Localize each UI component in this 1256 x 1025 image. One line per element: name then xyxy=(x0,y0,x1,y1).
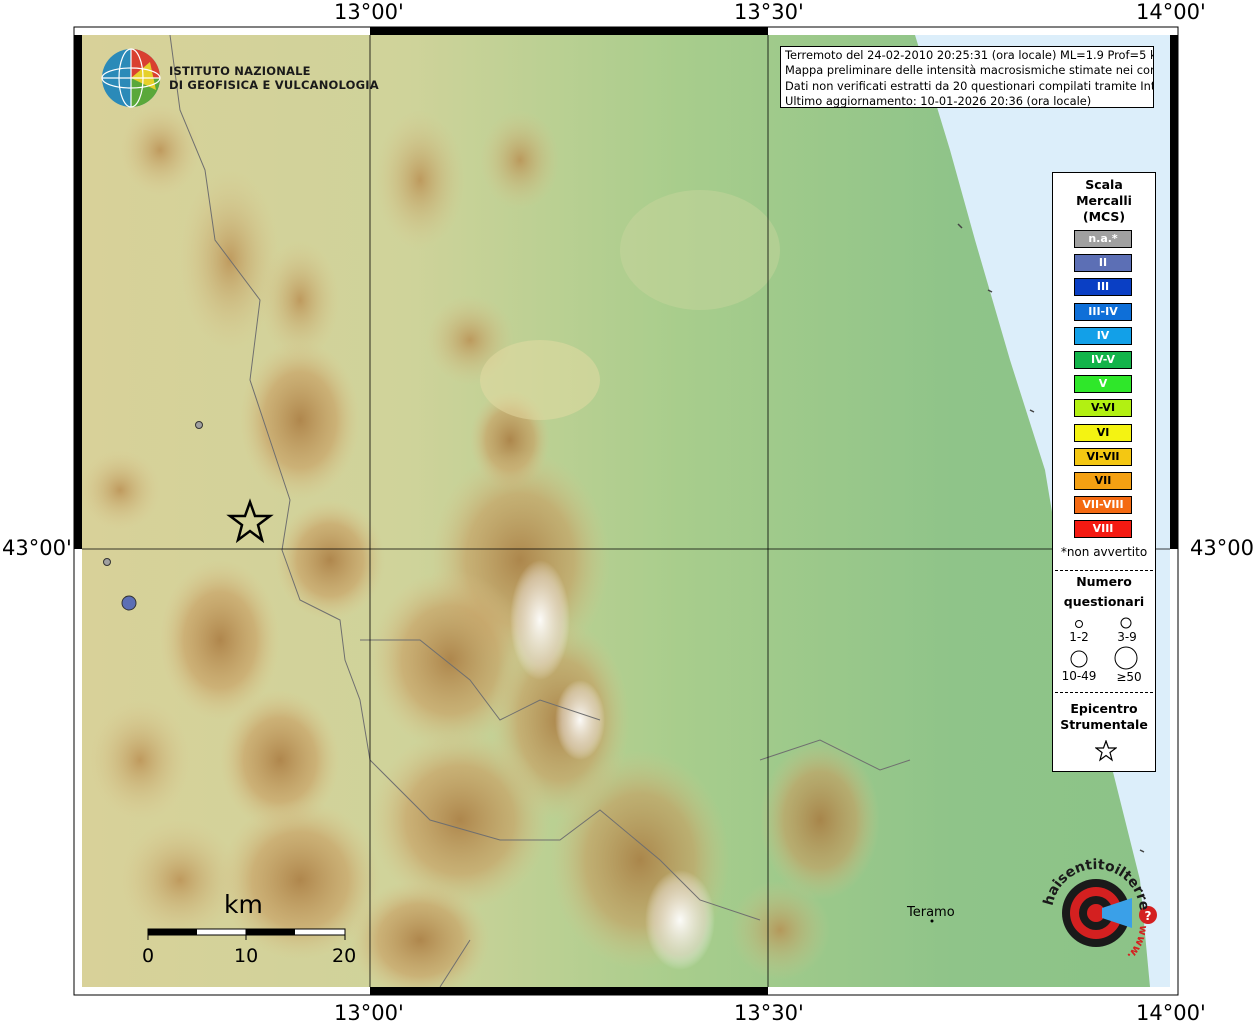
legend-swatch-iii-iv: III-IV xyxy=(1074,302,1132,321)
legend-swatch-vi: VI xyxy=(1074,423,1132,442)
event-info-line2: Mappa preliminare delle intensità macros… xyxy=(785,63,1153,78)
institute-line1: ISTITUTO NAZIONALE xyxy=(169,64,311,78)
legend-separator xyxy=(1055,692,1153,693)
scale-unit: km xyxy=(224,890,263,919)
legend-swatch-iv: IV xyxy=(1074,326,1132,345)
legend-swatch-n-a: n.a.* xyxy=(1074,230,1132,248)
institute-name: ISTITUTO NAZIONALE DI GEOFISICA E VULCAN… xyxy=(169,64,379,92)
legend-swatch-vi-vii: VI-VII xyxy=(1074,447,1132,466)
legend-separator xyxy=(1055,570,1153,571)
mcs-legend: Scala Mercalli (MCS) n.a.* II III III-IV IV I… xyxy=(1052,172,1156,772)
svg-text:?: ? xyxy=(1145,909,1152,923)
lon-label-13-30-top: 13°30' xyxy=(734,0,804,24)
report-point-na[interactable] xyxy=(103,558,111,566)
lon-label-14-00-top: 14°00' xyxy=(1136,0,1206,24)
event-info-line4: Ultimo aggiornamento: 10-01-2026 20:36 (… xyxy=(785,93,1092,108)
scale-tick-20: 20 xyxy=(332,945,357,967)
city-label-teramo: Teramo xyxy=(907,905,955,920)
lon-label-13-00-bottom: 13°00' xyxy=(334,1001,404,1025)
epicenter-title1: Epicentro xyxy=(1070,701,1138,716)
legend-swatch-vii: VII xyxy=(1074,472,1132,490)
epicenter-title2: Strumentale xyxy=(1060,717,1148,732)
legend-swatch-iv-v: IV-V xyxy=(1074,351,1132,369)
epicenter-legend-star-icon xyxy=(1095,740,1117,762)
legend-title-line1: Scala xyxy=(1085,177,1123,192)
legend-note: *non avvertito xyxy=(1060,545,1148,559)
legend-title-line3: (MCS) xyxy=(1082,209,1126,224)
legend-swatch-iii: III xyxy=(1074,278,1132,297)
legend-swatch-v: V xyxy=(1074,375,1132,394)
size-label-10-49: 10-49 xyxy=(1061,669,1097,683)
report-point-na[interactable] xyxy=(195,421,203,429)
ingv-logo xyxy=(101,48,161,108)
legend-swatch-v-vi: V-VI xyxy=(1074,399,1132,418)
event-info-line3: Dati non verificati estratti da 20 quest… xyxy=(785,78,1153,93)
institute-line2: DI GEOFISICA E VULCANOLOGIA xyxy=(169,78,379,92)
legend-title-line2: Mercalli xyxy=(1076,193,1132,208)
event-info-line1: Terremoto del 24-02-2010 20:25:31 (ora l… xyxy=(785,48,1153,62)
questionnaires-title2: questionari xyxy=(1063,594,1145,609)
questionnaires-title1: Numero xyxy=(1076,574,1132,589)
report-point-ii[interactable] xyxy=(121,595,137,611)
scale-tick-0: 0 xyxy=(142,945,155,967)
lon-label-13-00-top: 13°00' xyxy=(334,0,404,24)
lat-label-43-00-right: 43°00' xyxy=(1190,536,1256,560)
size-label-50: ≥50 xyxy=(1116,670,1142,684)
legend-swatch-viii: VIII xyxy=(1074,520,1132,539)
event-info-box: Terremoto del 24-02-2010 20:25:31 (ora l… xyxy=(780,46,1154,108)
legend-swatch-vii-viii: VII-VIII xyxy=(1074,496,1132,515)
legend-swatch-ii: II xyxy=(1074,254,1132,273)
size-label-3-9: 3-9 xyxy=(1117,630,1137,644)
lat-label-43-00-left: 43°00' xyxy=(2,536,72,560)
terrain-layer xyxy=(82,35,1170,987)
size-label-1-2: 1-2 xyxy=(1069,630,1089,644)
lon-label-13-30-bottom: 13°30' xyxy=(734,1001,804,1025)
scale-tick-10: 10 xyxy=(234,945,259,967)
lon-label-14-00-bottom: 14°00' xyxy=(1136,1001,1206,1025)
